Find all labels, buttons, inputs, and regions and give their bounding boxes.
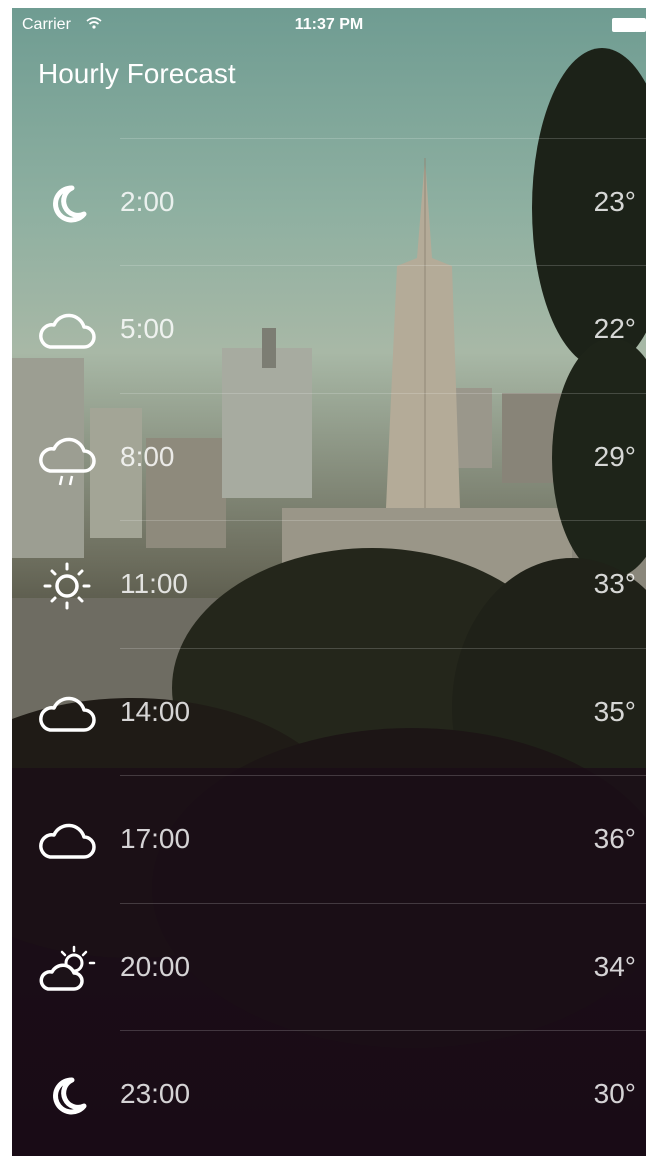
row-divider — [120, 903, 646, 904]
forecast-time: 20:00 — [120, 951, 191, 982]
forecast-temp: 33° — [593, 568, 636, 599]
status-time: 11:37 PM — [294, 16, 364, 33]
forecast-row: 5:00 22° — [12, 265, 646, 392]
row-divider — [120, 1030, 646, 1031]
row-divider — [120, 775, 646, 776]
sun-icon — [43, 562, 91, 610]
forecast-row: 8:00 29° — [12, 393, 646, 520]
partly-cloudy-icon — [39, 945, 96, 991]
forecast-time: 11:00 — [120, 568, 188, 599]
forecast-row: 14:00 35° — [12, 648, 646, 775]
cloud-icon — [39, 696, 96, 732]
forecast-time: 14:00 — [120, 696, 191, 727]
forecast-temp: 34° — [593, 951, 636, 982]
cloud-rain-icon — [39, 437, 96, 486]
page-title: Hourly Forecast — [38, 58, 236, 89]
status-bar: Carrier 11:37 PM — [12, 8, 646, 44]
forecast-row: 20:00 34° — [12, 903, 646, 1030]
cloud-icon — [39, 823, 96, 859]
moon-icon — [53, 1077, 87, 1115]
forecast-time: 8:00 — [120, 441, 175, 472]
forecast-temp: 30° — [593, 1078, 636, 1109]
battery-icon — [612, 18, 646, 32]
row-divider — [120, 265, 646, 266]
forecast-row: 2:00 23° — [12, 138, 646, 265]
forecast-time: 17:00 — [120, 823, 191, 854]
row-divider — [120, 648, 646, 649]
forecast-temp: 35° — [593, 696, 636, 727]
forecast-time: 2:00 — [120, 186, 175, 217]
forecast-row: 23:00 30° — [12, 1030, 646, 1156]
forecast-time: 23:00 — [120, 1078, 191, 1109]
forecast-temp: 22° — [593, 313, 636, 344]
cloud-icon — [39, 313, 96, 349]
weather-screen: Carrier 11:37 PM Hourly Forecast 2:00 23… — [12, 8, 646, 1156]
row-divider — [120, 138, 646, 139]
forecast-row: 17:00 36° — [12, 775, 646, 902]
row-divider — [120, 520, 646, 521]
forecast-temp: 29° — [593, 441, 636, 472]
forecast-row: 11:00 33° — [12, 520, 646, 647]
row-divider — [120, 393, 646, 394]
forecast-time: 5:00 — [120, 313, 175, 344]
moon-icon — [53, 185, 87, 223]
forecast-temp: 36° — [593, 823, 636, 854]
forecast-temp: 23° — [593, 186, 636, 217]
